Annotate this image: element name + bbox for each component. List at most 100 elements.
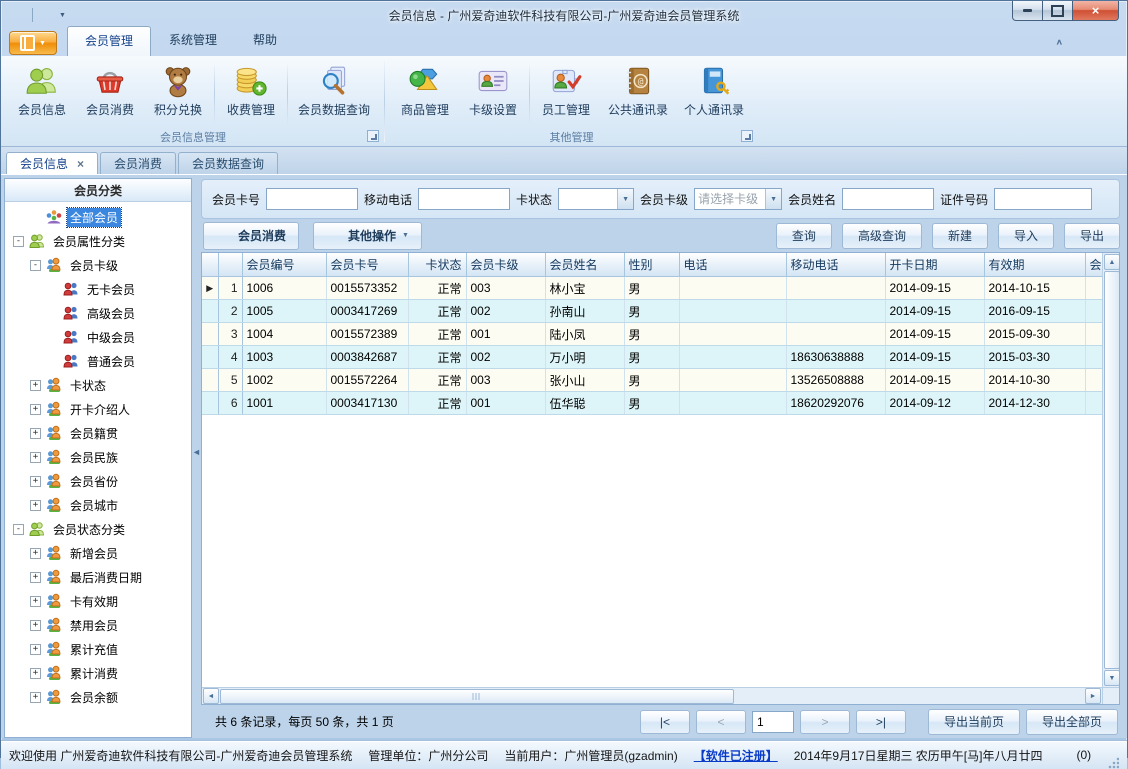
grid-cell[interactable] bbox=[679, 277, 786, 300]
grid-cell[interactable]: 2014-09-15 bbox=[885, 346, 984, 369]
grid-cell[interactable]: 林小宝 bbox=[545, 277, 624, 300]
column-header-card_no[interactable]: 会员卡号 bbox=[326, 253, 408, 277]
column-header-mobile[interactable]: 移动电话 bbox=[786, 253, 885, 277]
expand-icon[interactable]: + bbox=[30, 644, 41, 655]
tree-item[interactable]: +会员城市 bbox=[5, 493, 191, 517]
registered-link[interactable]: 【软件已注册】 bbox=[694, 747, 778, 764]
dialog-launcher-icon[interactable] bbox=[741, 130, 753, 142]
grid-cell[interactable] bbox=[1085, 346, 1102, 369]
close-tab-icon[interactable]: × bbox=[77, 158, 84, 170]
scroll-up-icon[interactable]: ▲ bbox=[1104, 254, 1120, 270]
column-header-card_status[interactable]: 卡状态 bbox=[408, 253, 466, 277]
minimize-button[interactable] bbox=[1012, 1, 1043, 21]
grid-cell[interactable]: 0015573352 bbox=[326, 277, 408, 300]
close-button[interactable]: × bbox=[1072, 1, 1119, 21]
grid-cell[interactable]: 男 bbox=[624, 369, 679, 392]
grid-cell[interactable]: 0015572389 bbox=[326, 323, 408, 346]
dropdown-arrow-icon[interactable]: ▼ bbox=[765, 189, 781, 209]
tree-item[interactable]: +新增会员 bbox=[5, 541, 191, 565]
grid-cell[interactable]: 孙南山 bbox=[545, 300, 624, 323]
tree-item[interactable]: +卡有效期 bbox=[5, 589, 191, 613]
expand-icon[interactable]: + bbox=[30, 404, 41, 415]
table-row[interactable]: ▶110060015573352正常003林小宝男2014-09-152014-… bbox=[202, 277, 1102, 300]
grid-cell[interactable]: 正常 bbox=[408, 346, 466, 369]
query-button[interactable]: 查询 bbox=[776, 223, 832, 249]
help-mail-icon[interactable] bbox=[1103, 34, 1119, 50]
ribbon-tab-member-management[interactable]: 会员管理 bbox=[67, 26, 151, 56]
grid-cell[interactable]: 正常 bbox=[408, 369, 466, 392]
prev-page-button[interactable]: < bbox=[696, 710, 746, 734]
member-name-input[interactable] bbox=[842, 188, 934, 210]
info-icon[interactable] bbox=[1075, 34, 1091, 50]
doc-tab[interactable]: 会员信息× bbox=[6, 152, 98, 174]
column-header-phone[interactable]: 电话 bbox=[679, 253, 786, 277]
ribbon-button-coins[interactable]: 收费管理 bbox=[217, 60, 285, 128]
grid-cell[interactable]: 1001 bbox=[242, 392, 326, 415]
grid-cell[interactable]: 陆小凤 bbox=[545, 323, 624, 346]
grid-cell[interactable]: 2015-09-30 bbox=[984, 323, 1085, 346]
collapse-sidebar-icon[interactable]: ◄ bbox=[192, 447, 201, 457]
column-header-rownum[interactable] bbox=[218, 253, 242, 277]
grid-cell[interactable]: 2014-10-15 bbox=[984, 277, 1085, 300]
tree-item[interactable]: 全部会员 bbox=[5, 205, 191, 229]
member-consume-button[interactable]: 会员消费 bbox=[203, 222, 299, 250]
grid-cell[interactable] bbox=[1085, 369, 1102, 392]
column-header-open_date[interactable]: 开卡日期 bbox=[885, 253, 984, 277]
export-button[interactable]: 导出 bbox=[1064, 223, 1120, 249]
grid-cell[interactable]: 1006 bbox=[242, 277, 326, 300]
grid-cell[interactable] bbox=[1085, 277, 1102, 300]
scroll-left-icon[interactable]: ◄ bbox=[203, 688, 219, 704]
expand-icon[interactable]: + bbox=[30, 476, 41, 487]
grid-cell[interactable]: 18620292076 bbox=[786, 392, 885, 415]
column-header-valid_date[interactable]: 有效期 bbox=[984, 253, 1085, 277]
member-card-no-input[interactable] bbox=[266, 188, 358, 210]
expand-icon[interactable]: + bbox=[30, 668, 41, 679]
tree-item[interactable]: +禁用会员 bbox=[5, 613, 191, 637]
grid-cell[interactable]: 1004 bbox=[242, 323, 326, 346]
grid-cell[interactable]: 万小明 bbox=[545, 346, 624, 369]
grid-cell[interactable]: 0003417269 bbox=[326, 300, 408, 323]
application-menu-button[interactable]: ▼ bbox=[9, 31, 57, 55]
grid-cell[interactable]: 正常 bbox=[408, 323, 466, 346]
grid-cell[interactable] bbox=[679, 300, 786, 323]
grid-cell[interactable]: 13526508888 bbox=[786, 369, 885, 392]
id-number-input[interactable] bbox=[994, 188, 1092, 210]
next-page-button[interactable]: > bbox=[800, 710, 850, 734]
grid-cell[interactable]: 002 bbox=[466, 300, 545, 323]
table-row[interactable]: 410030003842687正常002万小明男186306388882014-… bbox=[202, 346, 1102, 369]
grid-cell[interactable]: 伍华聪 bbox=[545, 392, 624, 415]
tree-item[interactable]: -会员状态分类 bbox=[5, 517, 191, 541]
grid-cell[interactable]: 男 bbox=[624, 346, 679, 369]
expand-icon[interactable]: + bbox=[30, 380, 41, 391]
new-button[interactable]: 新建 bbox=[932, 223, 988, 249]
tree-item[interactable]: +最后消费日期 bbox=[5, 565, 191, 589]
grid-cell[interactable] bbox=[679, 369, 786, 392]
column-header-member_name[interactable]: 会员姓名 bbox=[545, 253, 624, 277]
collapse-ribbon-icon[interactable]: ∧ bbox=[1056, 38, 1063, 47]
grid-cell[interactable]: 001 bbox=[466, 323, 545, 346]
ribbon-button-data-query[interactable]: 会员数据查询 bbox=[290, 60, 378, 128]
ribbon-tab-system-management[interactable]: 系统管理 bbox=[151, 25, 235, 56]
grid-cell[interactable]: 1002 bbox=[242, 369, 326, 392]
tree-item[interactable]: 无卡会员 bbox=[5, 277, 191, 301]
tree-item[interactable]: +累计充值 bbox=[5, 637, 191, 661]
grid-cell[interactable]: 男 bbox=[624, 392, 679, 415]
tree-item[interactable]: +开卡介绍人 bbox=[5, 397, 191, 421]
column-header-member_extra[interactable]: 会员 bbox=[1085, 253, 1102, 277]
column-header-member_no[interactable]: 会员编号 bbox=[242, 253, 326, 277]
table-row[interactable]: 610010003417130正常001伍华聪男186202920762014-… bbox=[202, 392, 1102, 415]
grid-cell[interactable] bbox=[786, 277, 885, 300]
maximize-button[interactable] bbox=[1042, 1, 1073, 21]
doc-tab[interactable]: 会员数据查询 bbox=[178, 152, 278, 174]
grid-cell[interactable]: 0015572264 bbox=[326, 369, 408, 392]
column-header-indicator[interactable] bbox=[202, 253, 218, 277]
scroll-down-icon[interactable]: ▼ bbox=[1104, 670, 1120, 686]
ribbon-button-staff[interactable]: 员工管理 bbox=[532, 60, 600, 128]
ribbon-button-card-level[interactable]: 卡级设置 bbox=[459, 60, 527, 128]
grid-cell[interactable]: 18630638888 bbox=[786, 346, 885, 369]
grid-cell[interactable]: 001 bbox=[466, 392, 545, 415]
grid-cell[interactable]: 男 bbox=[624, 300, 679, 323]
export-current-page-button[interactable]: 导出当前页 bbox=[928, 709, 1020, 735]
scroll-right-icon[interactable]: ► bbox=[1085, 688, 1101, 704]
expand-icon[interactable]: + bbox=[30, 548, 41, 559]
